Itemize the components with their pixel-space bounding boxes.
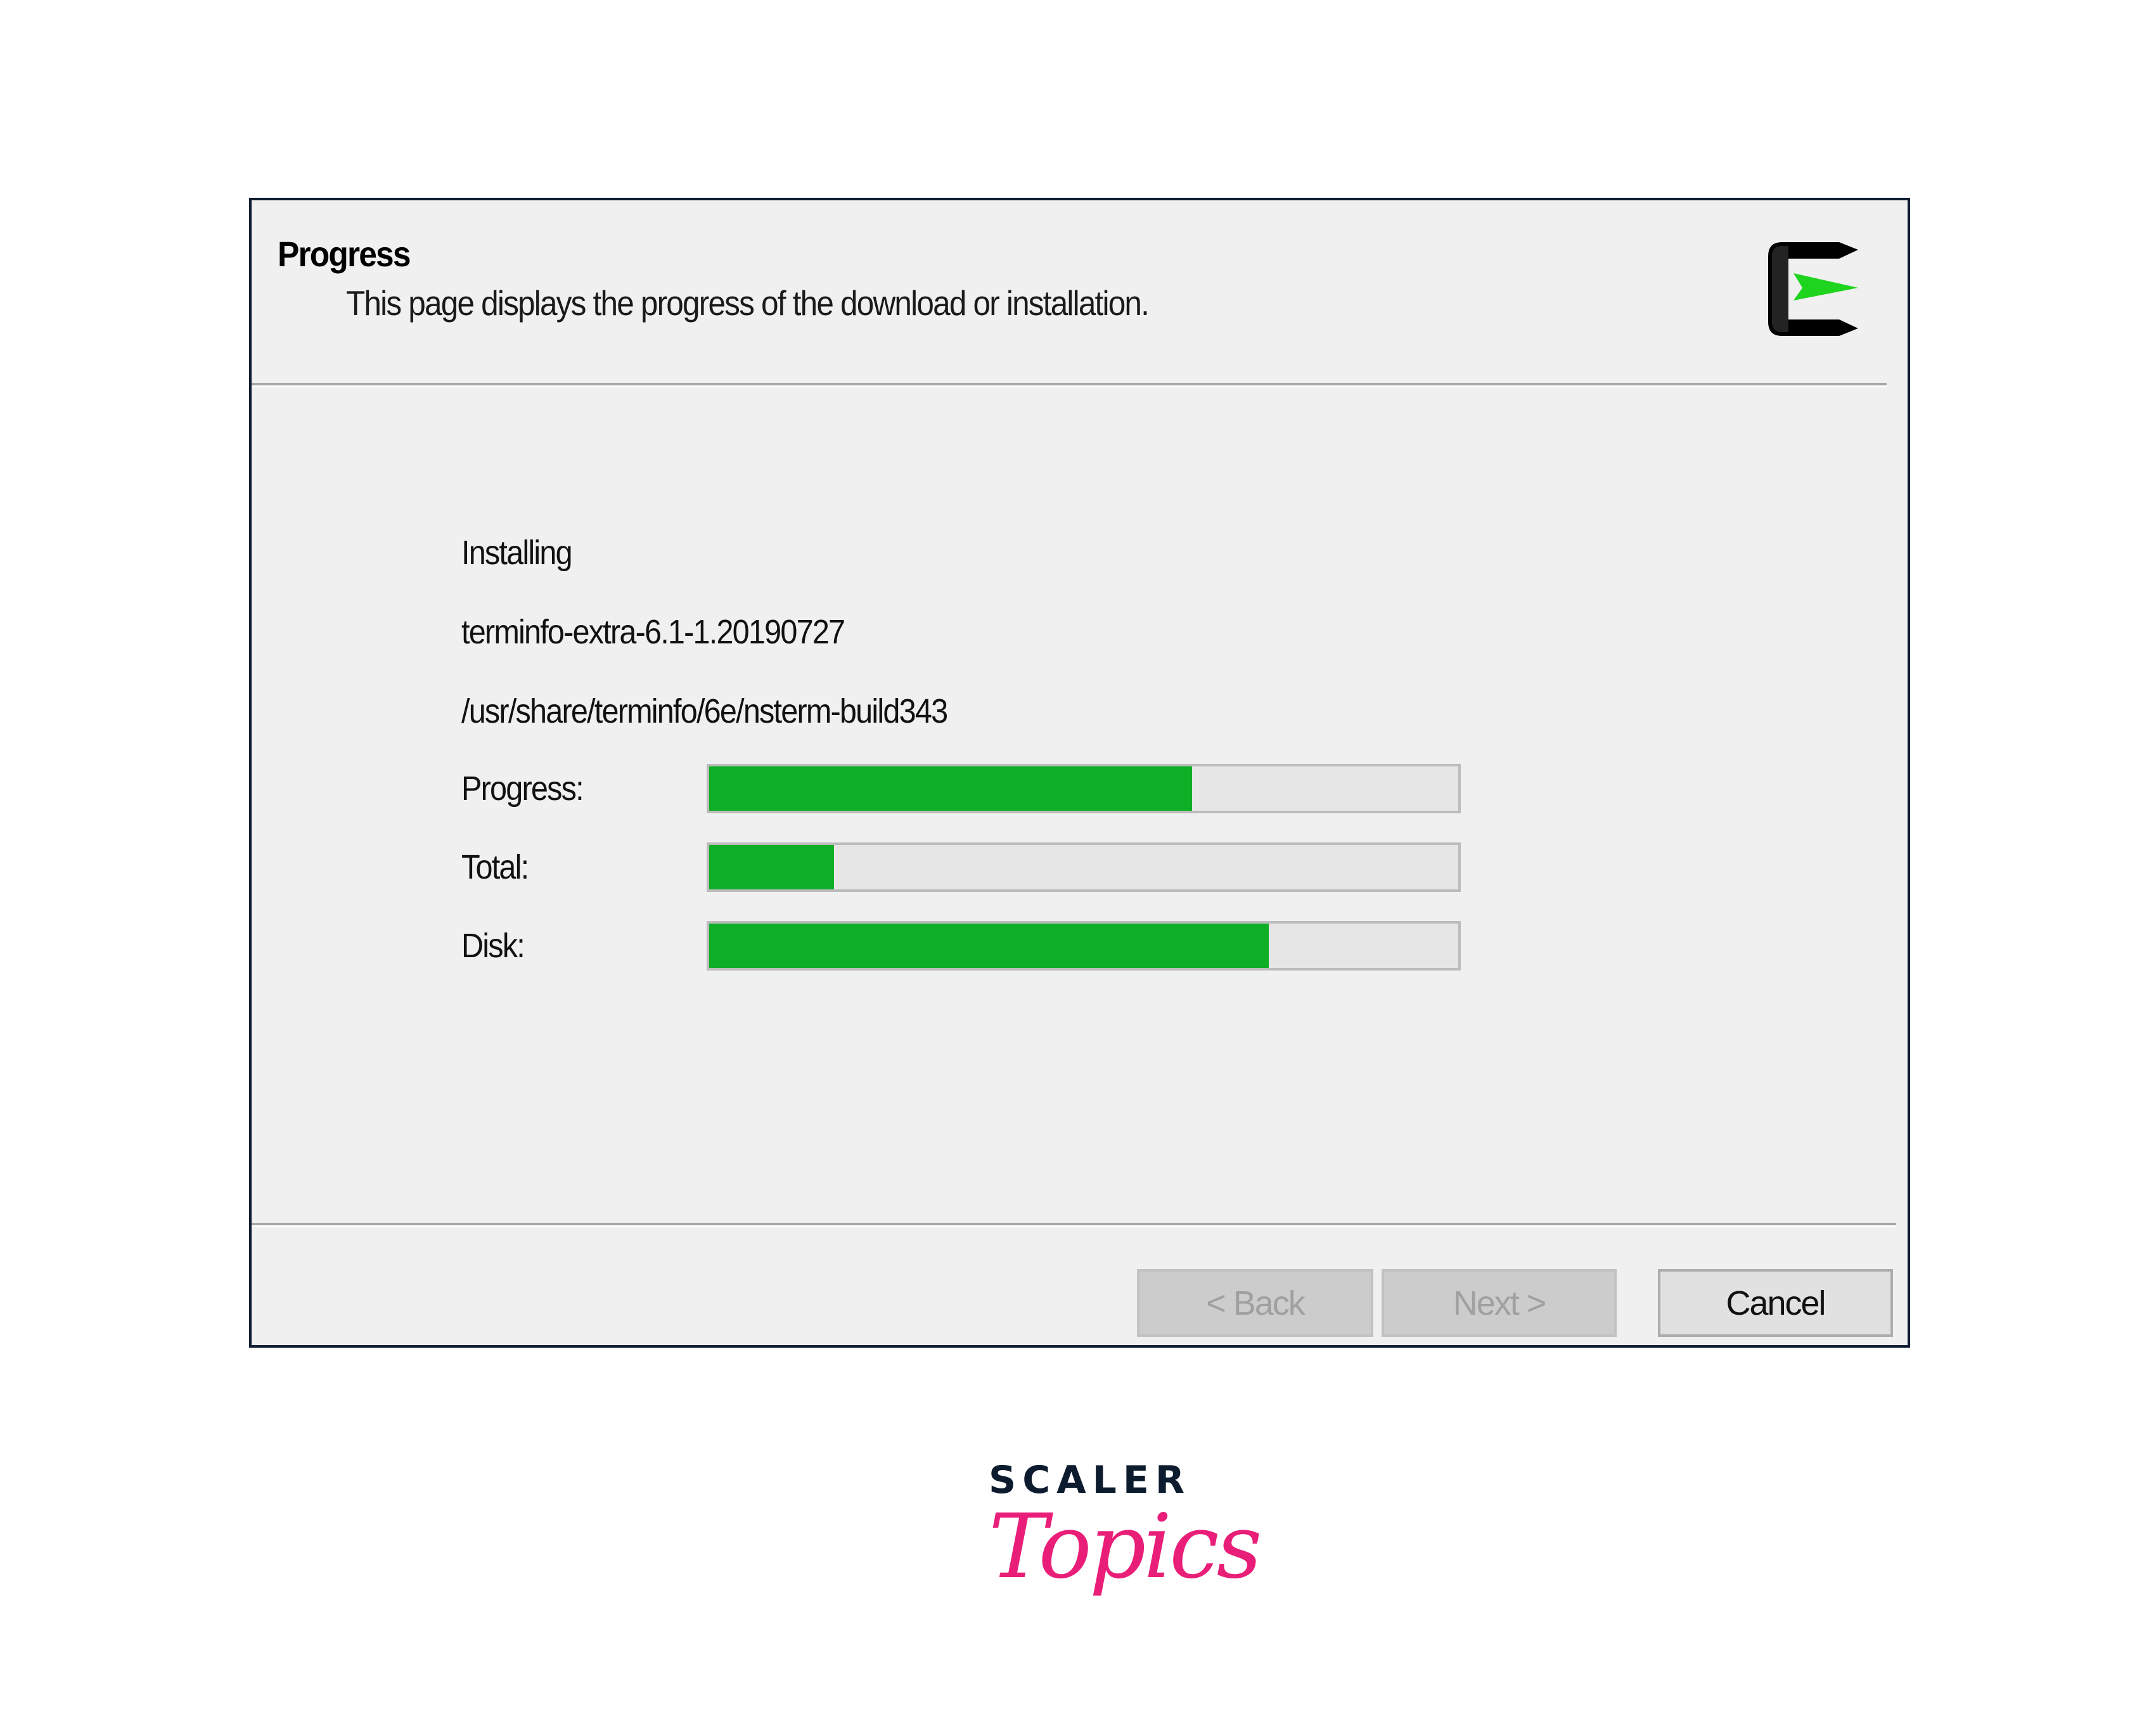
progress-bar-fill — [709, 766, 1193, 811]
cygwin-logo-icon — [1768, 242, 1858, 336]
status-text: Installing — [461, 534, 573, 572]
setup-dialog: Progress This page displays the progress… — [249, 198, 1910, 1348]
disk-bar — [707, 921, 1461, 971]
file-path: /usr/share/terminfo/6e/nsterm-build343 — [461, 692, 948, 730]
page-title: Progress — [278, 234, 411, 274]
header-separator — [252, 383, 1887, 387]
next-button[interactable]: Next > — [1382, 1269, 1617, 1337]
total-bar — [707, 842, 1461, 892]
cancel-button[interactable]: Cancel — [1658, 1269, 1893, 1337]
progress-row: Progress: — [461, 764, 1665, 815]
progress-label: Progress: — [461, 770, 584, 808]
disk-row: Disk: — [461, 921, 1665, 972]
total-bar-fill — [709, 845, 835, 889]
package-name: terminfo-extra-6.1-1.20190727 — [461, 613, 845, 651]
disk-label: Disk: — [461, 927, 525, 965]
brand-topics-text: Topics — [989, 1495, 1262, 1599]
back-button[interactable]: < Back — [1137, 1269, 1373, 1337]
scaler-topics-logo: SCALER Topics — [989, 1458, 1262, 1616]
progress-bar — [707, 764, 1461, 813]
total-row: Total: — [461, 842, 1665, 893]
footer-separator — [252, 1223, 1896, 1227]
disk-bar-fill — [709, 924, 1269, 968]
total-label: Total: — [461, 848, 529, 886]
page-subtitle: This page displays the progress of the d… — [346, 283, 1150, 323]
